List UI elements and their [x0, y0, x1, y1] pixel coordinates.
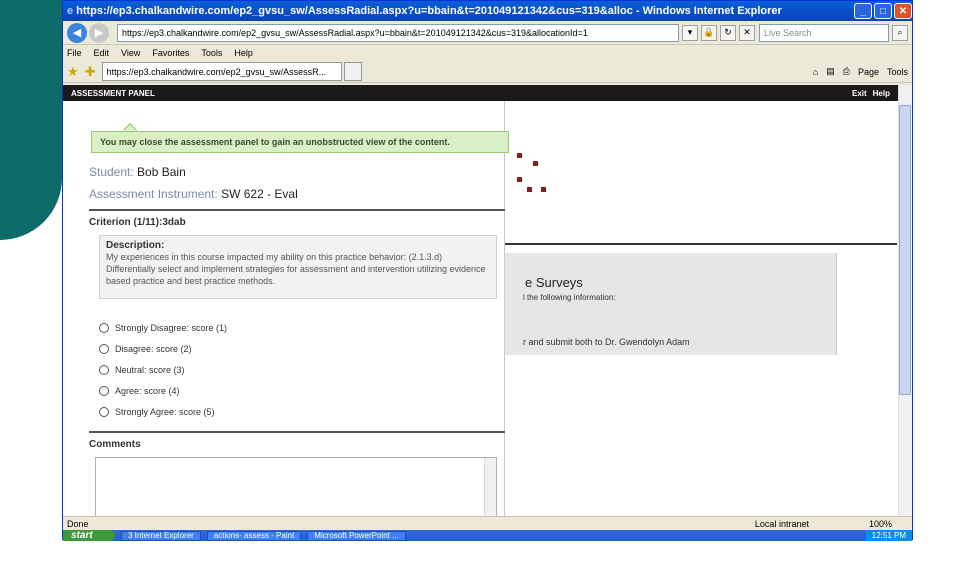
criterion-title: Criterion (1/11):3dab: [89, 217, 186, 228]
radio-icon[interactable]: [99, 323, 109, 333]
status-text: Done: [67, 518, 89, 529]
exit-button[interactable]: Exit: [852, 89, 867, 98]
option-agree[interactable]: Agree: score (4): [99, 386, 180, 396]
zone-indicator: Local intranet: [754, 518, 809, 529]
textarea-scrollbar[interactable]: [484, 458, 496, 516]
back-icon[interactable]: ◀: [67, 22, 87, 43]
add-favorites-icon[interactable]: ✚: [85, 64, 96, 80]
lock-icon[interactable]: 🔒: [701, 24, 717, 41]
slide-decoration-dark: [0, 0, 62, 240]
system-tray: 12:51 PM: [865, 530, 912, 541]
title-bar: e https://ep3.chalkandwire.com/ep2_gvsu_…: [63, 1, 912, 21]
ie-window: e https://ep3.chalkandwire.com/ep2_gvsu_…: [62, 0, 913, 541]
tab-current[interactable]: https://ep3.chalkandwire.com/ep2_gvsu_sw…: [101, 62, 342, 81]
stop-icon[interactable]: ✕: [739, 24, 755, 41]
dropdown-icon[interactable]: ▾: [682, 24, 698, 41]
assessment-panel-title: ASSESSMENT PANEL: [71, 88, 155, 98]
search-icon[interactable]: ⌕: [892, 24, 908, 41]
notice-banner: You may close the assessment panel to ga…: [91, 131, 509, 153]
menu-file[interactable]: File: [67, 48, 82, 58]
assessment-panel: You may close the assessment panel to ga…: [79, 101, 509, 516]
page-scrollbar[interactable]: [898, 85, 912, 516]
option-label: Neutral: score (3): [115, 365, 185, 375]
search-input[interactable]: Live Search: [759, 23, 889, 42]
background-divider: [505, 243, 897, 245]
logo-dot: [527, 187, 532, 192]
address-bar: ◀ ▶ https://ep3.chalkandwire.com/ep2_gvs…: [63, 21, 912, 45]
print-icon[interactable]: ⎙: [843, 66, 850, 77]
taskbar-item-ie[interactable]: 3 Internet Explorer: [121, 530, 201, 541]
feeds-icon[interactable]: ▤: [826, 66, 835, 77]
tools-menu[interactable]: Tools: [887, 67, 908, 77]
zoom-level[interactable]: 100%: [869, 519, 892, 529]
maximize-button[interactable]: □: [874, 3, 892, 19]
logo-dot: [533, 161, 538, 166]
radio-icon[interactable]: [99, 365, 109, 375]
tab-bar: ★ ✚ https://ep3.chalkandwire.com/ep2_gvs…: [63, 61, 912, 83]
comments-textarea[interactable]: [95, 457, 497, 516]
student-label: Student:: [89, 165, 134, 179]
menu-favorites[interactable]: Favorites: [152, 48, 189, 58]
menu-view[interactable]: View: [121, 48, 140, 58]
logo-dot: [541, 187, 546, 192]
option-disagree[interactable]: Disagree: score (2): [99, 344, 192, 354]
menu-bar: File Edit View Favorites Tools Help: [63, 45, 912, 61]
status-bar: Done Local intranet 100%: [63, 516, 912, 530]
close-button[interactable]: ✕: [894, 3, 912, 19]
radio-icon[interactable]: [99, 407, 109, 417]
favorites-star-icon[interactable]: ★: [67, 64, 79, 80]
minimize-button[interactable]: _: [854, 3, 872, 19]
option-strongly-disagree[interactable]: Strongly Disagree: score (1): [99, 323, 227, 333]
radio-icon[interactable]: [99, 386, 109, 396]
taskbar-item-paint[interactable]: actions- assess - Paint: [206, 530, 302, 541]
student-name: Bob Bain: [137, 165, 186, 179]
menu-tools[interactable]: Tools: [201, 48, 222, 58]
scrollbar-thumb[interactable]: [899, 105, 911, 395]
instrument-label: Assessment Instrument:: [89, 187, 218, 201]
refresh-icon[interactable]: ↻: [720, 24, 736, 41]
url-field[interactable]: https://ep3.chalkandwire.com/ep2_gvsu_sw…: [117, 23, 679, 42]
option-label: Agree: score (4): [115, 386, 180, 396]
logo-dot: [517, 153, 522, 158]
help-button[interactable]: Help: [873, 89, 890, 98]
student-row: Student: Bob Bain: [89, 165, 186, 179]
section-divider: [89, 431, 505, 433]
taskbar-item-powerpoint[interactable]: Microsoft PowerPoint ...: [307, 530, 406, 541]
instrument-row: Assessment Instrument: SW 622 - Eval: [89, 187, 298, 201]
start-button[interactable]: start: [63, 530, 115, 541]
radio-icon[interactable]: [99, 344, 109, 354]
logo-dot: [517, 177, 522, 182]
menu-edit[interactable]: Edit: [94, 48, 110, 58]
window-title: https://ep3.chalkandwire.com/ep2_gvsu_sw…: [76, 5, 782, 17]
section-divider: [89, 209, 505, 211]
page-content: ASSESSMENT PANEL Exit Help e Surveys l t…: [63, 85, 912, 516]
ie-icon: e: [67, 5, 74, 17]
option-neutral[interactable]: Neutral: score (3): [99, 365, 185, 375]
background-follow-text: l the following information:: [523, 293, 616, 302]
description-box: Description: My experiences in this cour…: [99, 235, 497, 299]
new-tab-button[interactable]: [343, 62, 362, 81]
instrument-name: SW 622 - Eval: [221, 187, 298, 201]
option-label: Disagree: score (2): [115, 344, 192, 354]
command-bar: ⌂ ▤ ⎙ Page Tools: [805, 66, 912, 77]
page-menu[interactable]: Page: [858, 67, 879, 77]
option-label: Strongly Disagree: score (1): [115, 323, 228, 333]
option-label: Strongly Agree: score (5): [115, 407, 215, 417]
clock: 12:51 PM: [871, 531, 906, 540]
forward-icon[interactable]: ▶: [89, 22, 109, 43]
option-strongly-agree[interactable]: Strongly Agree: score (5): [99, 407, 215, 417]
slide-bottom-margin: [0, 540, 958, 563]
background-surveys-heading: e Surveys: [525, 275, 583, 290]
taskbar: start 3 Internet Explorer actions- asses…: [63, 530, 912, 541]
home-icon[interactable]: ⌂: [813, 67, 818, 77]
assessment-panel-header: ASSESSMENT PANEL Exit Help: [63, 85, 912, 101]
comments-label: Comments: [89, 439, 141, 450]
menu-help[interactable]: Help: [234, 48, 253, 58]
background-submit-text: r and submit both to Dr. Gwendolyn Adam: [523, 337, 690, 347]
description-label: Description:: [106, 240, 165, 251]
description-text: My experiences in this course impacted m…: [106, 252, 486, 286]
